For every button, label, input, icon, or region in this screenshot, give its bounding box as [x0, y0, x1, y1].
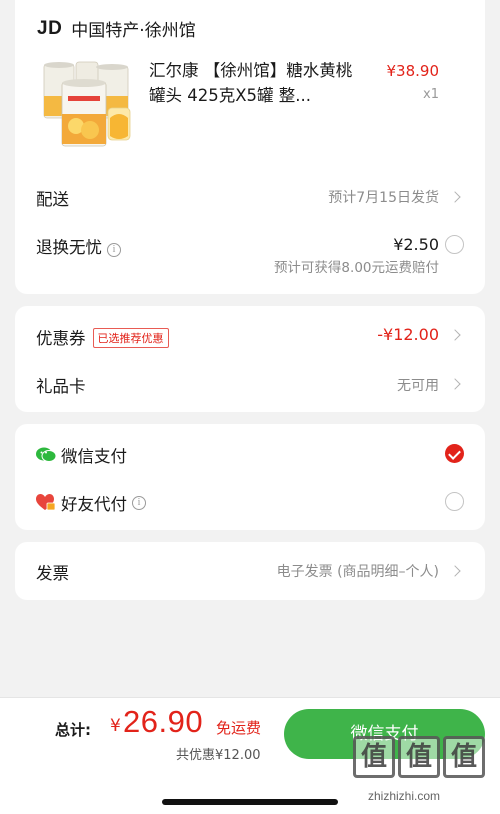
product-quantity: x1: [423, 87, 439, 102]
coupon-amount[interactable]: -¥12.00: [377, 325, 439, 344]
return-insurance-row: 退换无忧 i: [36, 234, 121, 258]
coupon-label: 优惠券: [36, 329, 86, 348]
heart-gift-icon: [36, 494, 56, 511]
chevron-right-icon[interactable]: [449, 378, 461, 390]
watermark-char: 值: [443, 736, 485, 778]
friend-pay-label: 好友代付: [61, 495, 127, 514]
coupon-badge: 已选推荐优惠: [92, 328, 169, 348]
gift-card-value[interactable]: 无可用: [397, 375, 439, 395]
return-insurance-note: 预计可获得8.00元运费赔付: [273, 260, 439, 276]
friend-pay-option[interactable]: 好友代付 i: [36, 491, 146, 515]
store-card: JD 中国特产·徐州馆 汇尔康 【徐州馆】糖水黄桃罐头 425克X5罐 整...…: [15, 0, 485, 294]
delivery-label: 配送: [36, 190, 69, 209]
wechat-icon: [36, 447, 56, 462]
info-icon[interactable]: i: [107, 243, 121, 257]
invoice-card[interactable]: 发票 电子发票 (商品明细–个人): [15, 542, 485, 600]
total-savings[interactable]: 共优惠¥12.00: [176, 744, 261, 763]
wechat-pay-radio[interactable]: [445, 444, 464, 463]
return-insurance-price: ¥2.50: [393, 235, 439, 254]
chevron-right-icon[interactable]: [449, 191, 461, 203]
currency-symbol: ¥: [110, 716, 121, 736]
wechat-pay-label: 微信支付: [61, 447, 127, 466]
total-label: 总计:: [55, 721, 91, 739]
home-indicator[interactable]: [162, 799, 338, 805]
watermark-char: 值: [398, 736, 440, 778]
friend-pay-radio[interactable]: [445, 492, 464, 511]
watermark-text: zhizhizhi.com: [368, 789, 441, 803]
watermark-char: 值: [353, 736, 395, 778]
product-title[interactable]: 汇尔康 【徐州馆】糖水黄桃罐头 425克X5罐 整...: [149, 58, 359, 108]
payment-method-card: 微信支付 好友代付 i: [15, 424, 485, 530]
gift-card-label: 礼品卡: [36, 377, 86, 396]
chevron-right-icon[interactable]: [449, 329, 461, 341]
product-price: ¥38.90: [386, 62, 440, 80]
invoice-label: 发票: [36, 564, 69, 583]
total-amount: 26.90: [123, 704, 204, 739]
return-insurance-radio[interactable]: [445, 235, 464, 254]
discount-card: 优惠券 已选推荐优惠 -¥12.00 礼品卡 无可用: [15, 306, 485, 412]
jd-logo: JD: [37, 17, 63, 39]
wechat-pay-option[interactable]: 微信支付: [36, 443, 127, 467]
info-icon[interactable]: i: [132, 496, 146, 510]
return-insurance-label: 退换无忧: [36, 238, 102, 257]
watermark-logo: 值 值 值: [353, 736, 485, 778]
delivery-estimate[interactable]: 预计7月15日发货: [328, 187, 439, 207]
store-header[interactable]: JD 中国特产·徐州馆: [37, 16, 196, 42]
coupon-row[interactable]: 优惠券 已选推荐优惠: [36, 325, 169, 349]
canned-peach-product-image[interactable]: [36, 58, 138, 150]
store-name: 中国特产·徐州馆: [71, 21, 196, 41]
chevron-right-icon[interactable]: [449, 565, 461, 577]
free-shipping-label: 免运费: [216, 719, 262, 737]
invoice-value[interactable]: 电子发票 (商品明细–个人): [277, 561, 439, 581]
checkout-bar: 总计: ¥ 26.90 免运费 共优惠¥12.00 微信支付 值 值 值 zhi…: [0, 697, 500, 814]
